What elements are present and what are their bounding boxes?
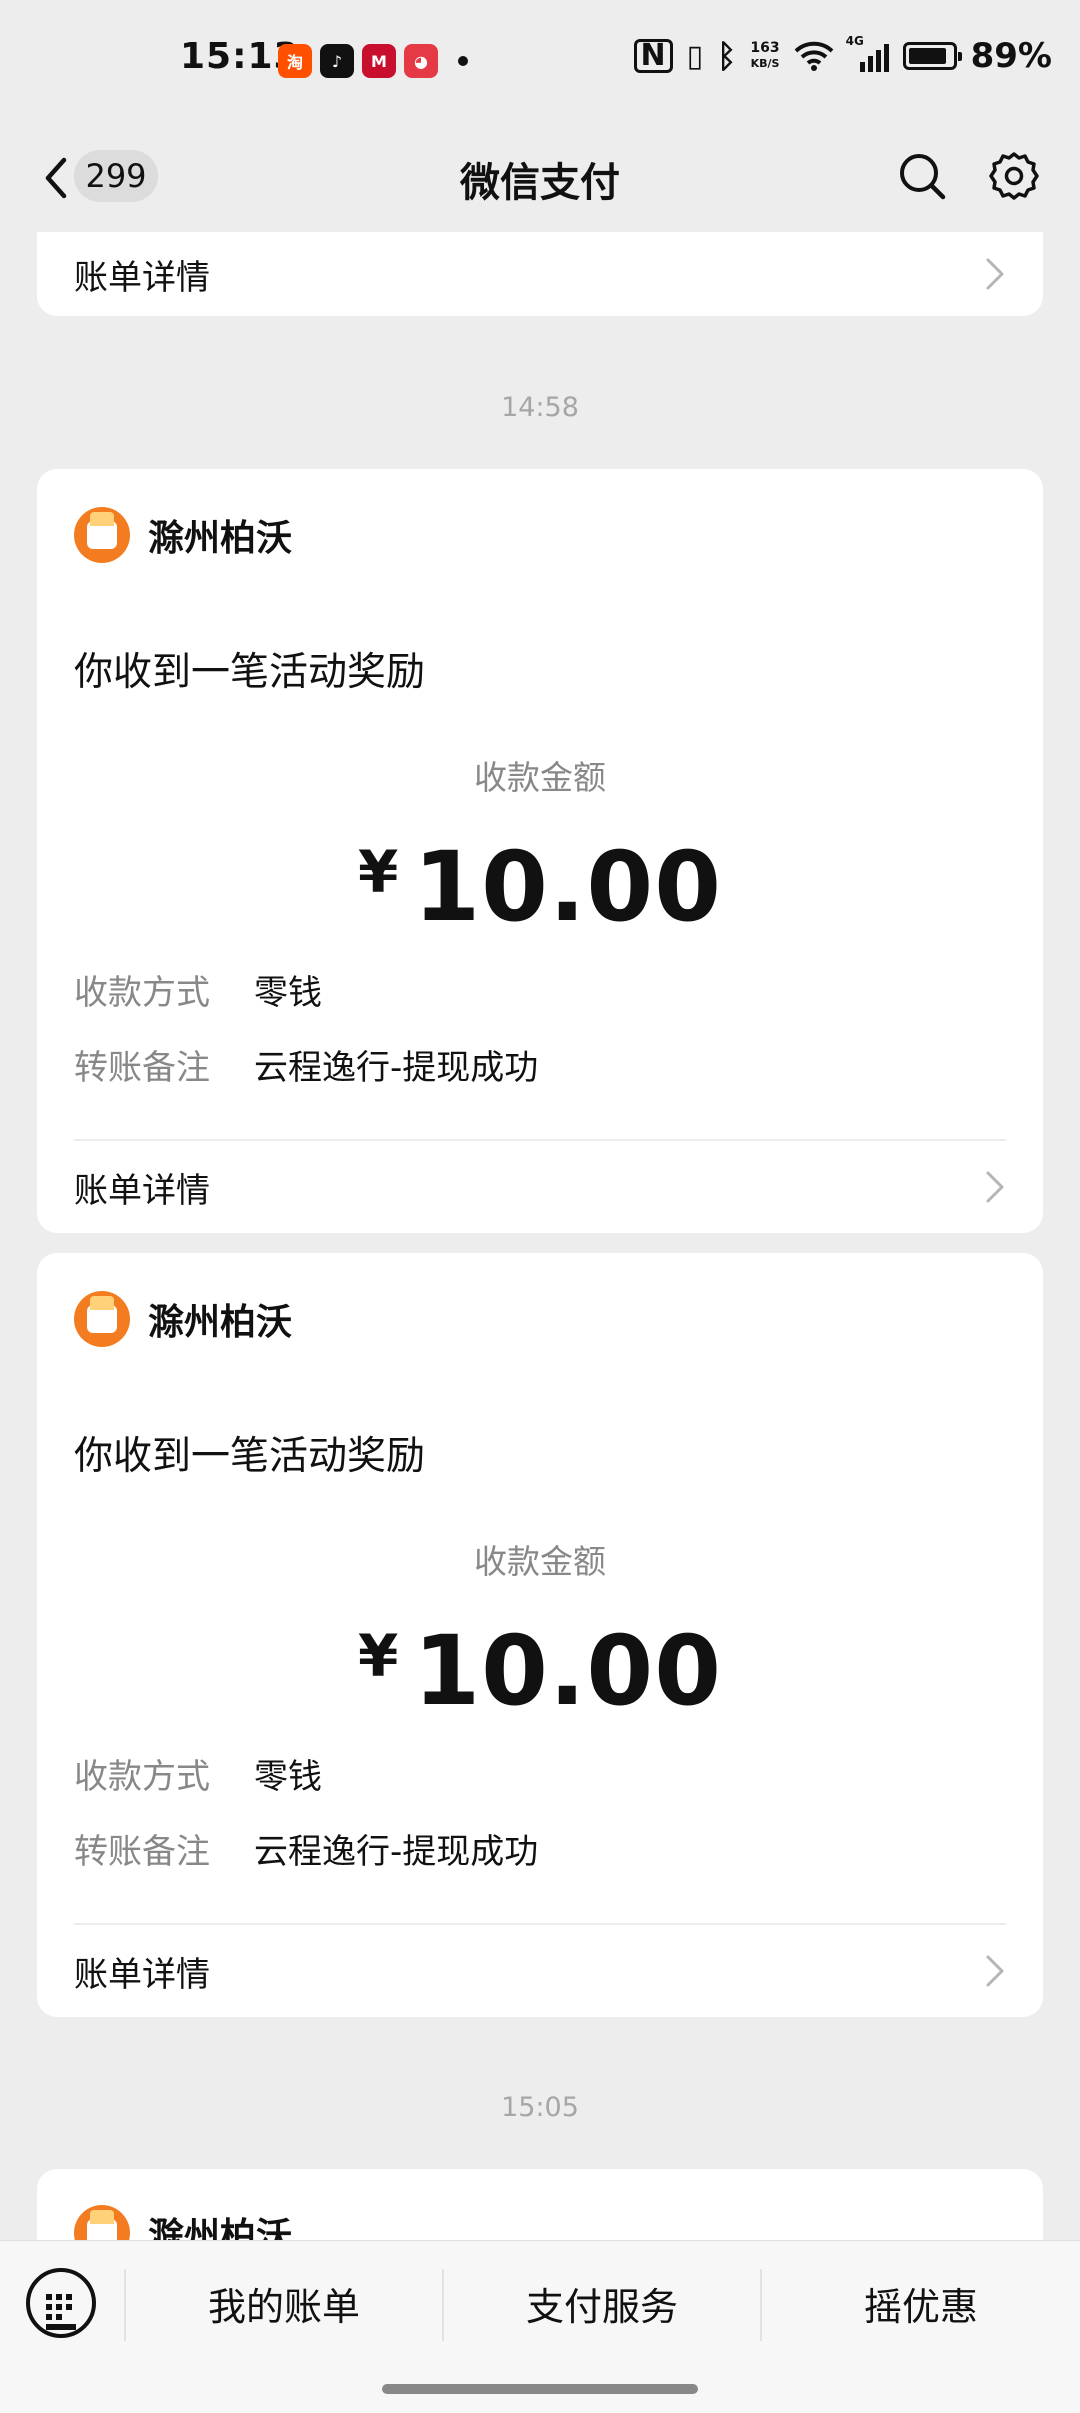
divider <box>74 1139 1006 1141</box>
chevron-right-icon <box>986 1171 1004 1203</box>
currency-symbol: ¥ <box>357 838 400 906</box>
menu-my-bills[interactable]: 我的账单 <box>126 2241 442 2365</box>
nfc-icon: N <box>633 39 673 73</box>
signal-icon: 4G <box>846 34 889 72</box>
bill-card: 滁州柏沃 你收到一笔活动奖励 收款金额 ¥10.00 收款方式 零钱 转账备注 … <box>37 1253 1043 2017</box>
bill-detail-label: 账单详情 <box>74 1170 210 1211</box>
chevron-right-icon <box>986 1955 1004 1987</box>
merchant-name: 滁州柏沃 <box>148 518 293 559</box>
transfer-note-value: 云程逸行-提现成功 <box>254 1048 539 1088</box>
timestamp-separator: 15:05 <box>501 2092 579 2123</box>
menu-shake-offers[interactable]: 摇优惠 <box>762 2241 1080 2365</box>
battery-percent: 89% <box>970 36 1052 76</box>
amount-value: ¥10.00 <box>37 831 1043 943</box>
status-right: N ▯ ᛒ 163 KB/S 4G 89% <box>633 34 1052 76</box>
amount-number: 10.00 <box>413 1615 722 1727</box>
douyin-icon: ♪ <box>320 44 354 78</box>
keyboard-toggle-icon[interactable] <box>26 2268 96 2338</box>
transfer-note-key: 转账备注 <box>74 1048 210 1088</box>
payment-method-key: 收款方式 <box>74 1757 210 1797</box>
bill-detail-label: 账单详情 <box>74 1954 210 1995</box>
battery-icon <box>902 42 962 70</box>
currency-symbol: ¥ <box>357 1622 400 1690</box>
amount-label: 收款金额 <box>474 758 606 797</box>
payment-method-key: 收款方式 <box>74 973 210 1013</box>
more-dot-icon <box>458 56 468 66</box>
timestamp-separator: 14:58 <box>501 392 579 423</box>
chevron-right-icon <box>986 258 1004 290</box>
merchant-name: 滁州柏沃 <box>148 1302 293 1343</box>
wifi-icon <box>794 41 833 71</box>
merchant-header[interactable]: 滁州柏沃 <box>74 1291 292 1347</box>
menu-payment-services[interactable]: 支付服务 <box>444 2241 760 2365</box>
transfer-note-row: 转账备注 云程逸行-提现成功 <box>74 1824 538 1873</box>
amount-label: 收款金额 <box>474 1542 606 1581</box>
transfer-note-key: 转账备注 <box>74 1832 210 1872</box>
bill-headline: 你收到一笔活动奖励 <box>74 650 426 695</box>
merchant-avatar-icon <box>74 1291 130 1347</box>
game-icon: ◕ <box>404 44 438 78</box>
divider <box>74 1923 1006 1925</box>
bill-detail-link[interactable]: 账单详情 <box>74 1931 1006 2011</box>
gear-icon[interactable] <box>988 150 1040 202</box>
transfer-note-row: 转账备注 云程逸行-提现成功 <box>74 1040 538 1089</box>
bill-headline: 你收到一笔活动奖励 <box>74 1434 426 1479</box>
bill-card: 滁州柏沃 你收到一笔活动奖励 收款金额 ¥10.00 收款方式 零钱 转账备注 … <box>37 469 1043 1233</box>
bill-detail-label: 账单详情 <box>74 257 210 298</box>
status-bar: 15:13 淘 ♪ M ◕ N ▯ ᛒ 163 KB/S 4G 89% <box>0 0 1080 120</box>
payment-method-value: 零钱 <box>254 973 322 1013</box>
bank-icon: M <box>362 44 396 78</box>
merchant-header[interactable]: 滁州柏沃 <box>74 507 292 563</box>
home-indicator[interactable] <box>382 2384 698 2394</box>
amount-number: 10.00 <box>413 831 722 943</box>
merchant-avatar-icon <box>74 507 130 563</box>
net-speed: 163 KB/S <box>750 40 780 70</box>
notification-icons: 淘 ♪ M ◕ <box>278 44 468 78</box>
bill-detail-link[interactable]: 账单详情 <box>74 232 1006 316</box>
payment-method-row: 收款方式 零钱 <box>74 965 322 1014</box>
bill-card-partial-top: 账单详情 <box>37 232 1043 316</box>
payment-method-row: 收款方式 零钱 <box>74 1749 322 1798</box>
search-icon[interactable] <box>896 150 948 202</box>
vibrate-icon: ▯ <box>686 38 704 74</box>
nav-bar: 299 微信支付 <box>0 120 1080 232</box>
amount-value: ¥10.00 <box>37 1615 1043 1727</box>
payment-method-value: 零钱 <box>254 1757 322 1797</box>
taobao-icon: 淘 <box>278 44 312 78</box>
transfer-note-value: 云程逸行-提现成功 <box>254 1832 539 1872</box>
bill-detail-link[interactable]: 账单详情 <box>74 1147 1006 1227</box>
bluetooth-icon: ᛒ <box>717 37 737 75</box>
